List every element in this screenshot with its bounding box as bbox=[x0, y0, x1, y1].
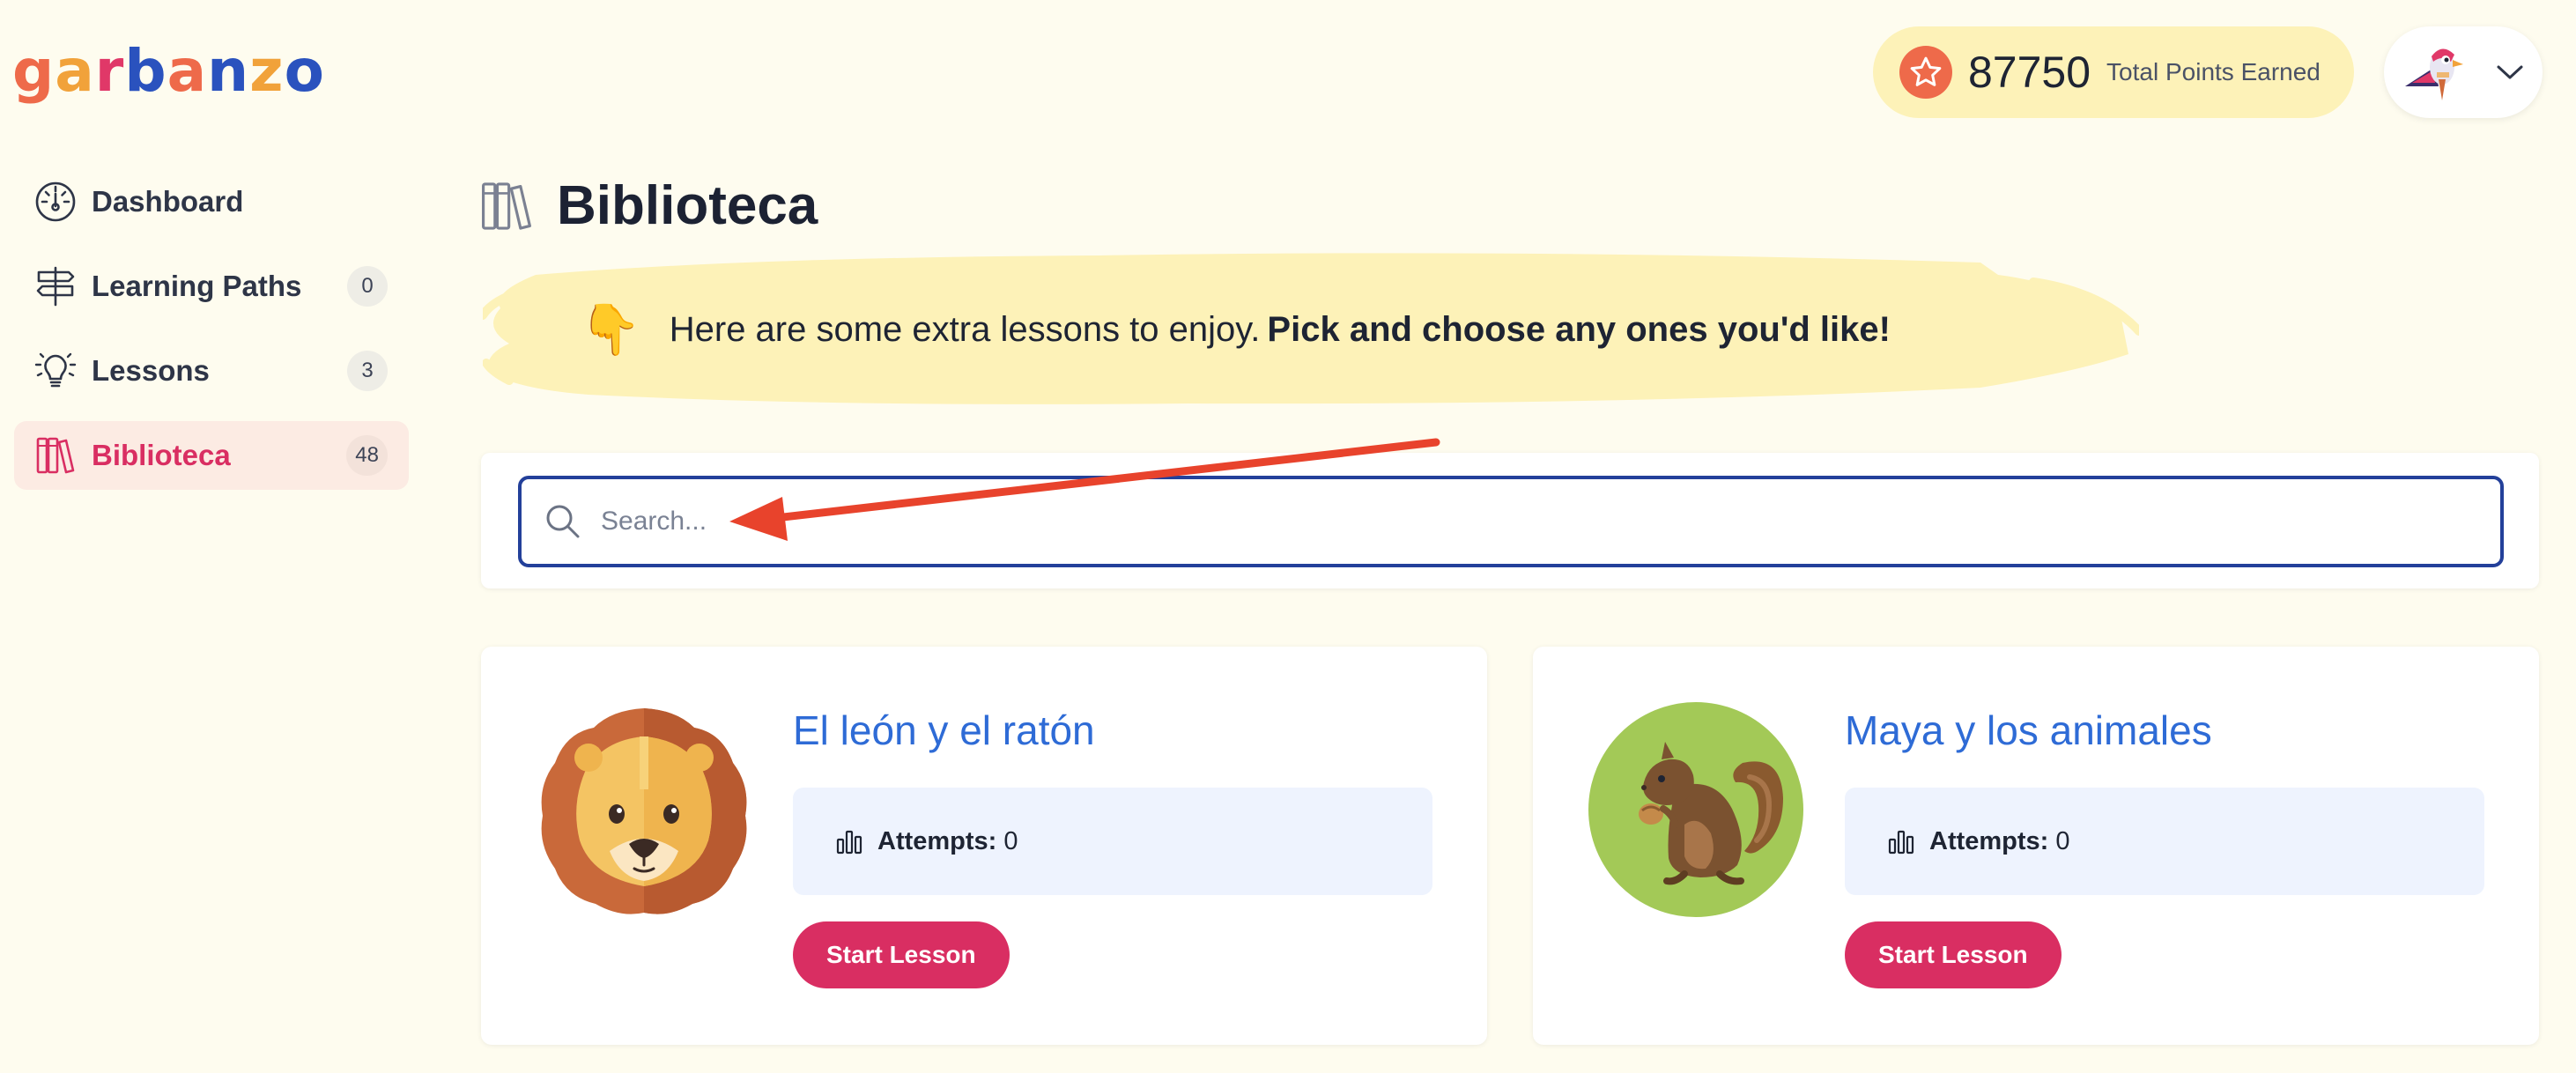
attempts-label: Attempts: bbox=[1929, 826, 2049, 855]
lightbulb-icon bbox=[33, 349, 78, 393]
sidebar-item-lessons[interactable]: Lessons 3 bbox=[14, 337, 409, 405]
points-label: Total Points Earned bbox=[2106, 58, 2321, 85]
page-title: Biblioteca bbox=[557, 175, 818, 236]
count-badge: 3 bbox=[347, 351, 388, 391]
sidebar-item-learning-paths[interactable]: Learning Paths 0 bbox=[14, 252, 409, 321]
logo-letter: n bbox=[207, 36, 250, 105]
logo-letter: o bbox=[284, 36, 325, 105]
profile-menu-button[interactable] bbox=[2384, 26, 2543, 118]
search-input[interactable] bbox=[601, 507, 2275, 536]
banner-bold-text: Pick and choose any ones you'd like! bbox=[1267, 309, 1891, 349]
logo-letter: b bbox=[124, 36, 167, 105]
search-icon bbox=[546, 505, 580, 538]
attempts-box: Attempts: 0 bbox=[1845, 788, 2484, 895]
sidebar-item-label: Learning Paths bbox=[92, 270, 302, 302]
logo-letter: z bbox=[249, 36, 285, 105]
sidebar-item-biblioteca[interactable]: Biblioteca 48 bbox=[14, 421, 409, 490]
bar-chart-icon bbox=[836, 830, 862, 855]
start-lesson-button[interactable]: Start Lesson bbox=[793, 921, 1010, 988]
gauge-icon bbox=[33, 180, 78, 224]
sidebar-item-label: Biblioteca bbox=[92, 439, 231, 471]
books-icon bbox=[33, 433, 78, 477]
points-badge: 87750 Total Points Earned bbox=[1873, 26, 2354, 118]
page-header: Biblioteca bbox=[477, 174, 818, 237]
pointing-hand-icon: 👇 bbox=[580, 301, 641, 357]
search-box[interactable] bbox=[518, 476, 2504, 567]
logo-letter: g bbox=[12, 36, 56, 105]
squirrel-icon bbox=[1588, 702, 1803, 917]
attempts-value: 0 bbox=[2055, 826, 2070, 855]
points-value: 87750 bbox=[1968, 48, 2091, 97]
books-icon bbox=[482, 181, 531, 230]
lion-icon bbox=[541, 708, 747, 914]
logo-letter: a bbox=[55, 36, 95, 105]
count-badge: 48 bbox=[346, 435, 388, 476]
sidebar-item-label: Lessons bbox=[92, 354, 210, 387]
banner-text: Here are some extra lessons to enjoy. bbox=[669, 309, 1261, 349]
lesson-title[interactable]: El león y el ratón bbox=[793, 707, 1095, 754]
signpost-icon bbox=[33, 264, 78, 308]
lesson-title[interactable]: Maya y los animales bbox=[1845, 707, 2212, 754]
info-banner: 👇 Here are some extra lessons to enjoy. … bbox=[483, 240, 2139, 412]
logo-letter: a bbox=[167, 36, 208, 105]
attempts-box: Attempts: 0 bbox=[793, 788, 1432, 895]
chevron-down-icon bbox=[2497, 65, 2523, 79]
star-icon bbox=[1899, 46, 1952, 99]
attempts-label: Attempts: bbox=[877, 826, 997, 855]
sidebar-item-dashboard[interactable]: Dashboard bbox=[14, 167, 409, 236]
count-badge: 0 bbox=[347, 266, 388, 307]
sidebar-item-label: Dashboard bbox=[92, 185, 244, 218]
avatar bbox=[2405, 48, 2463, 100]
garbanzo-logo[interactable]: g a r b a n z o bbox=[12, 26, 325, 115]
lesson-card: El león y el ratón Attempts: 0 Start Les… bbox=[481, 647, 1487, 1045]
attempts-value: 0 bbox=[1003, 826, 1018, 855]
start-lesson-button[interactable]: Start Lesson bbox=[1845, 921, 2062, 988]
bar-chart-icon bbox=[1888, 830, 1914, 855]
lesson-card: Maya y los animales Attempts: 0 Start Le… bbox=[1533, 647, 2539, 1045]
logo-letter: r bbox=[94, 36, 125, 105]
sidebar-nav: Dashboard Learning Paths 0 Lessons 3 Bib… bbox=[14, 167, 409, 506]
search-card bbox=[481, 453, 2539, 588]
